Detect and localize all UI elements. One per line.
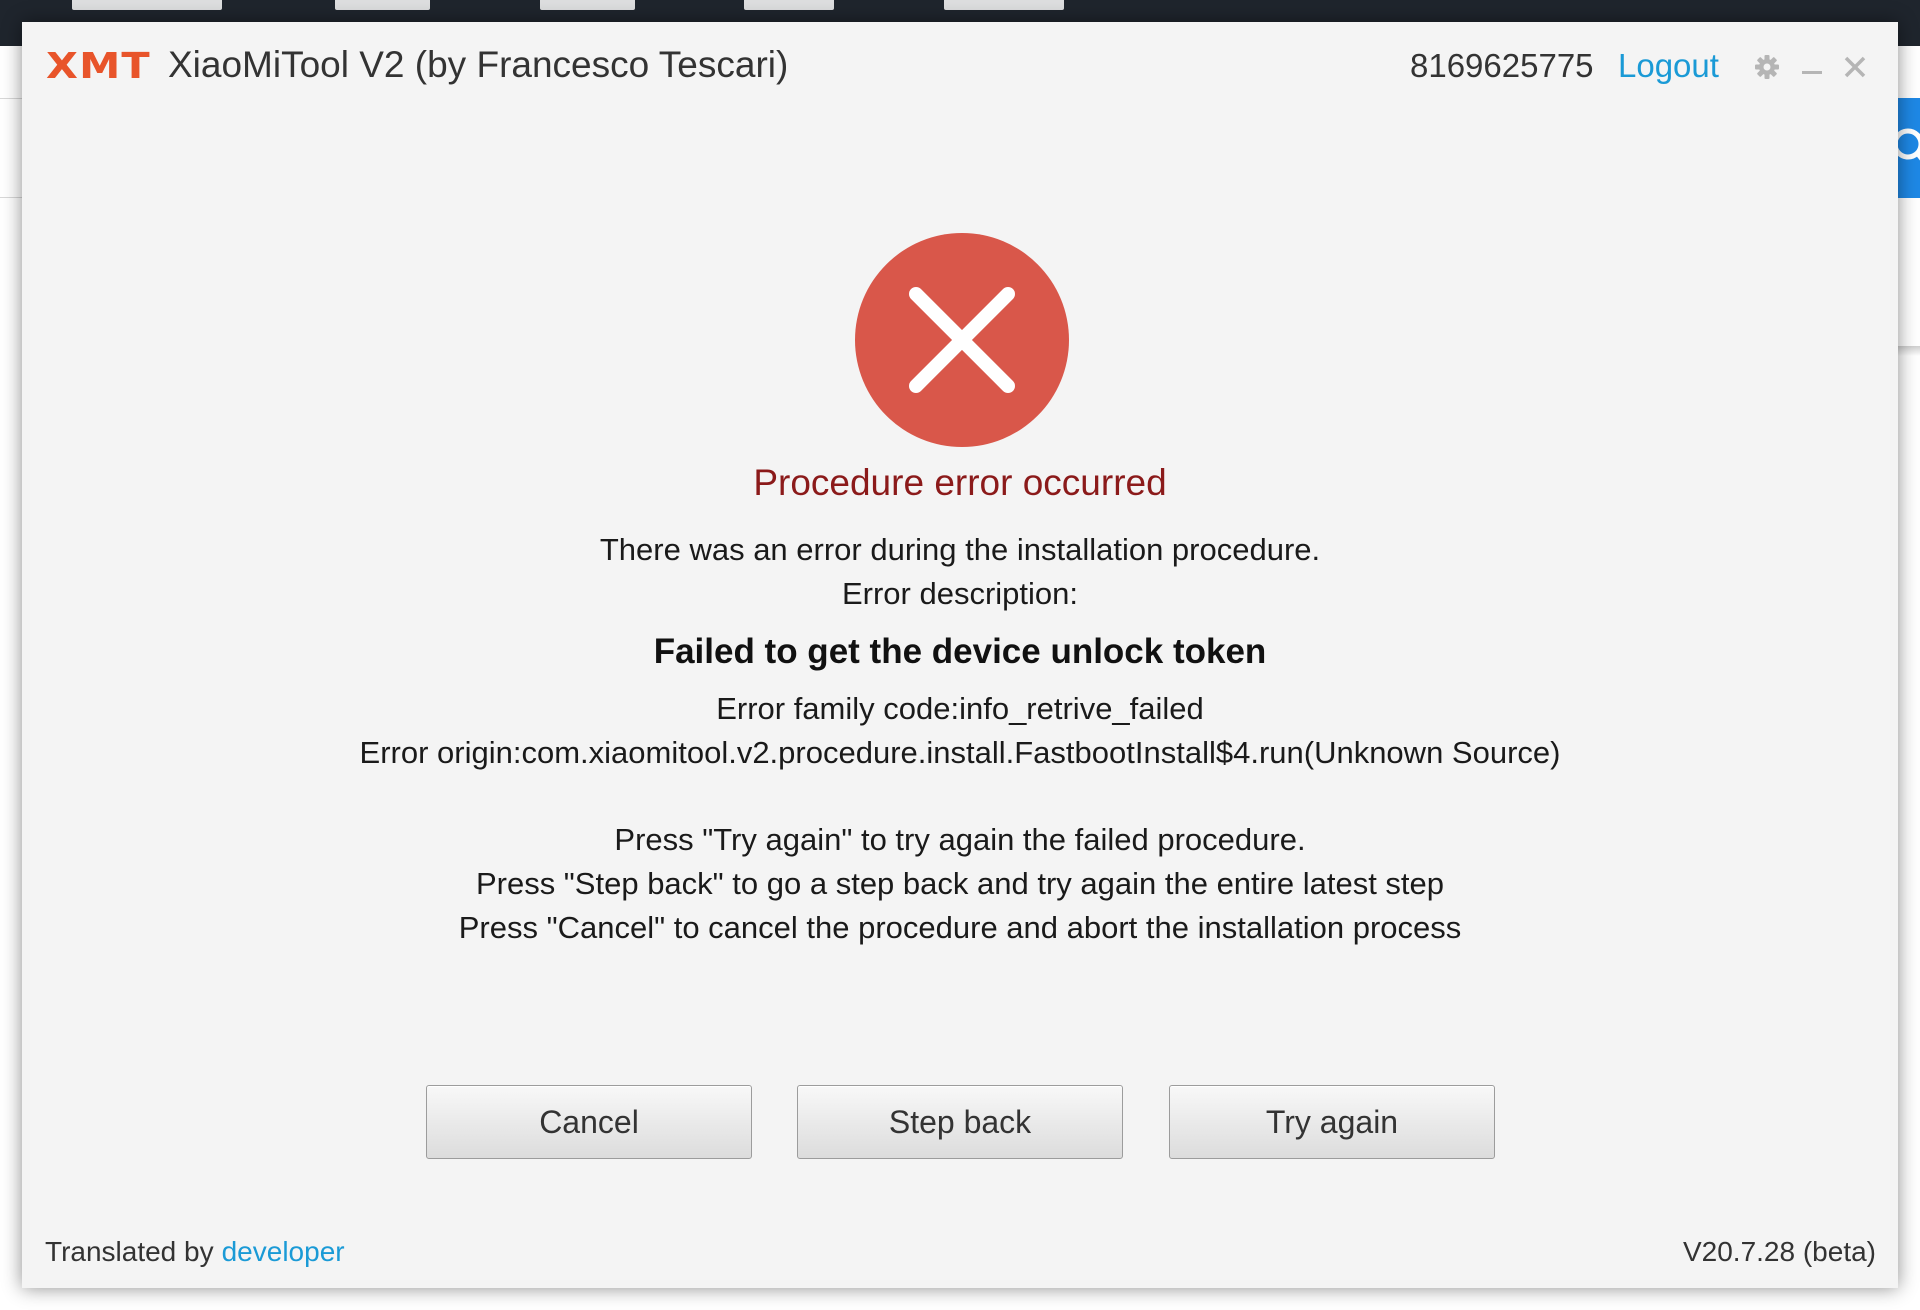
error-title: Procedure error occurred bbox=[753, 462, 1167, 503]
cancel-button[interactable]: Cancel bbox=[426, 1085, 752, 1159]
background-nav-item bbox=[944, 0, 1064, 10]
error-origin: Error origin:com.xiaomitool.v2.procedure… bbox=[359, 735, 1561, 770]
error-family-code: Error family code:info_retrive_failed bbox=[716, 691, 1204, 726]
xmt-logo: XMT bbox=[46, 46, 151, 87]
error-description: Failed to get the device unlock token bbox=[653, 632, 1267, 671]
xiaomitool-window: XMT XiaoMiTool V2 (by Francesco Tescari)… bbox=[22, 22, 1898, 1288]
title-bar[interactable]: XMT XiaoMiTool V2 (by Francesco Tescari)… bbox=[22, 22, 1898, 112]
window-title: XiaoMiTool V2 (by Francesco Tescari) bbox=[168, 44, 789, 85]
error-description-label: Error description: bbox=[841, 576, 1079, 611]
background-nav-item bbox=[744, 0, 834, 10]
help-cancel: Press "Cancel" to cancel the procedure a… bbox=[458, 910, 1462, 945]
minimize-icon[interactable] bbox=[1797, 52, 1827, 82]
version-label: V20.7.28 (beta) bbox=[1682, 1236, 1876, 1267]
background-nav-item bbox=[540, 0, 635, 10]
gear-icon[interactable] bbox=[1752, 52, 1782, 82]
translator-link[interactable]: developer bbox=[222, 1236, 345, 1267]
close-icon[interactable] bbox=[1840, 52, 1870, 82]
help-step-back: Press "Step back" to go a step back and … bbox=[475, 866, 1445, 901]
error-x-icon bbox=[855, 233, 1069, 447]
user-id: 8169625775 bbox=[1410, 47, 1594, 84]
translated-by-label: Translated by bbox=[45, 1236, 214, 1267]
error-intro: There was an error during the installati… bbox=[599, 532, 1321, 567]
background-nav-item bbox=[335, 0, 430, 10]
step-back-button[interactable]: Step back bbox=[797, 1085, 1123, 1159]
logout-link[interactable]: Logout bbox=[1618, 47, 1719, 85]
background-nav-item bbox=[72, 0, 222, 10]
try-again-button[interactable]: Try again bbox=[1169, 1085, 1495, 1159]
help-try-again: Press "Try again" to try again the faile… bbox=[614, 822, 1306, 857]
translation-credit: Translated by developer bbox=[45, 1236, 345, 1268]
